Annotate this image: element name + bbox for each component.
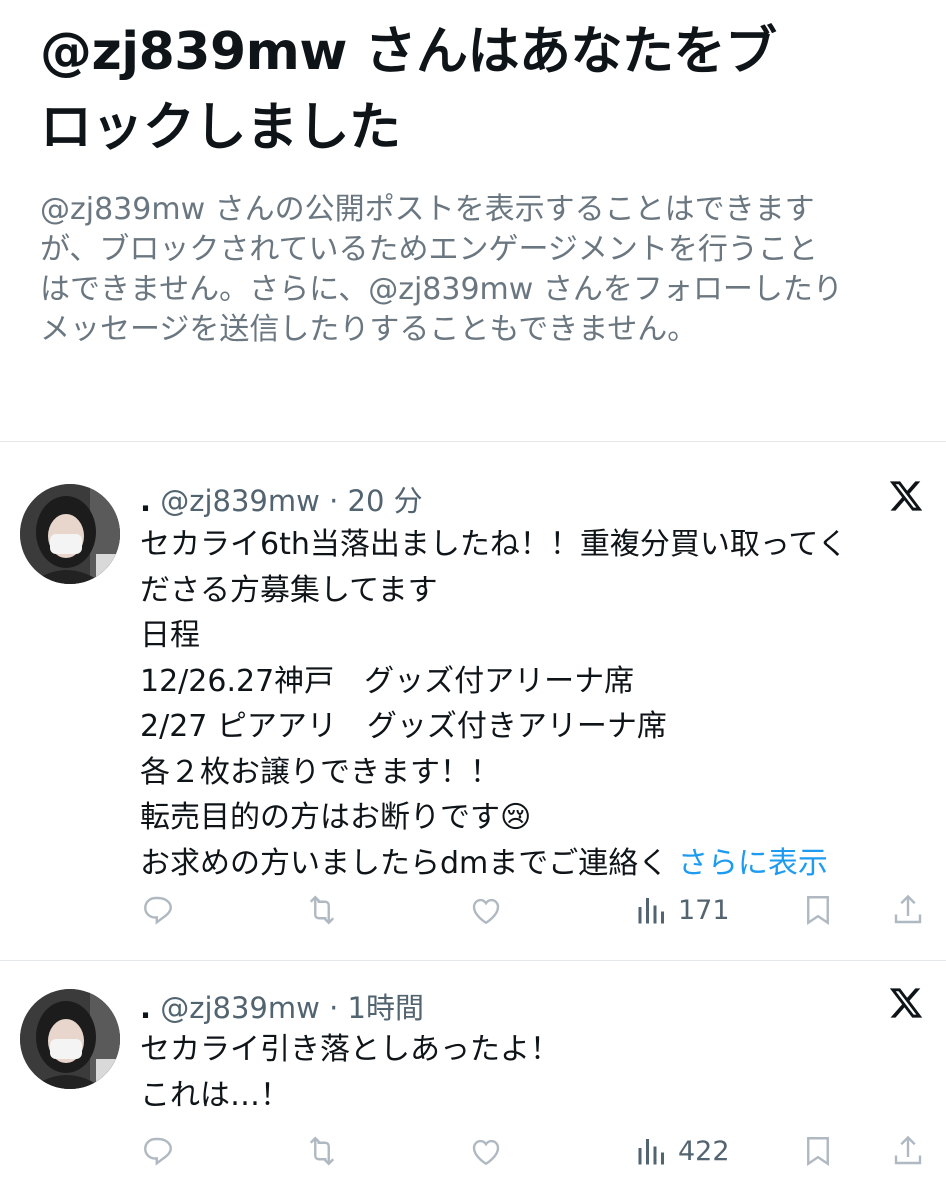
- post-text: セカライ引き落としあったよ！ これは…！: [140, 1027, 910, 1118]
- blocked-title-line: @zj839mw さんはあなたをブ: [40, 22, 777, 82]
- x-logo-icon: [888, 985, 924, 1021]
- like-button[interactable]: [468, 890, 504, 930]
- post-actions: 422: [0, 1131, 946, 1175]
- views-button[interactable]: 422: [634, 1131, 730, 1171]
- post-text-line: セカライ引き落としあったよ！: [140, 1032, 560, 1067]
- share-button[interactable]: [890, 1131, 926, 1171]
- blocked-title-line: ロックしました: [40, 98, 401, 158]
- blocked-description: @zj839mw さんの公開ポストを表示することはできます が、ブロックされてい…: [40, 190, 910, 350]
- post-text-line: 転売目的の方はお断りです😢: [140, 800, 532, 835]
- views-count: 422: [678, 1135, 730, 1167]
- blocked-description-line: メッセージを送信したりすることもできません。: [40, 312, 698, 347]
- post-text-line: 2/27 ピアアリ グッズ付きアリーナ席: [140, 709, 667, 744]
- post-text-line: 日程: [140, 618, 200, 653]
- blocked-title: @zj839mw さんはあなたをブ ロックしました: [40, 14, 920, 166]
- post-text-line: 12/26.27神戸 グッズ付アリーナ席: [140, 663, 635, 699]
- show-more-link[interactable]: さらに表示: [678, 846, 828, 881]
- reply-icon: [144, 896, 172, 925]
- post-text-line: 各２枚お譲りできます！！: [140, 754, 500, 790]
- reply-icon: [144, 1137, 172, 1166]
- avatar[interactable]: [20, 989, 120, 1089]
- post-text-line: お求めの方いましたらdmまでご連絡く さらに表示: [140, 841, 910, 887]
- repost-icon: [309, 1136, 335, 1166]
- avatar[interactable]: [20, 484, 120, 584]
- display-name[interactable]: .: [140, 991, 151, 1025]
- bookmark-icon: [807, 1137, 829, 1167]
- timestamp[interactable]: 1時間: [348, 991, 424, 1025]
- share-icon: [894, 1135, 922, 1165]
- repost-button[interactable]: [304, 1131, 340, 1171]
- views-button[interactable]: 171: [634, 890, 730, 930]
- views-count: 171: [678, 894, 730, 926]
- bookmark-icon: [807, 896, 829, 926]
- like-icon: [472, 898, 500, 925]
- post-text: セカライ6th当落出ましたね！！重複分買い取ってく ださる方募集してます 日程 …: [140, 522, 910, 886]
- blocked-description-line: はできません。さらに、@zj839mw さんをフォローしたり: [40, 272, 843, 307]
- repost-button[interactable]: [304, 890, 340, 930]
- post-text-line: ださる方募集してます: [140, 572, 438, 608]
- like-button[interactable]: [468, 1131, 504, 1171]
- bookmark-button[interactable]: [800, 1131, 836, 1171]
- like-icon: [472, 1139, 500, 1166]
- views-icon: [638, 1139, 664, 1165]
- handle[interactable]: @zj839mw: [160, 484, 320, 518]
- reply-button[interactable]: [140, 890, 176, 930]
- display-name[interactable]: .: [140, 484, 151, 518]
- blocked-description-line: が、ブロックされているためエンゲージメントを行うこと: [40, 232, 818, 267]
- views-icon: [638, 898, 664, 924]
- share-button[interactable]: [890, 890, 926, 930]
- reply-button[interactable]: [140, 1131, 176, 1171]
- post-meta: . @zj839mw · 1時間: [140, 991, 424, 1025]
- bookmark-button[interactable]: [800, 890, 836, 930]
- repost-icon: [309, 895, 335, 925]
- post-meta: . @zj839mw · 20 分: [140, 484, 423, 518]
- share-icon: [894, 894, 922, 924]
- handle[interactable]: @zj839mw: [160, 991, 320, 1025]
- post-text-line: これは…！: [140, 1077, 290, 1113]
- post-actions: 171: [0, 890, 946, 934]
- x-logo-icon: [888, 478, 924, 514]
- post-text-line: セカライ6th当落出ましたね！！重複分買い取ってく: [140, 527, 848, 562]
- post-text-line-end: お求めの方いましたらdmまでご連絡く: [140, 845, 669, 881]
- timestamp[interactable]: 20 分: [348, 484, 423, 518]
- post[interactable]: . @zj839mw · 1時間 セカライ引き落としあったよ！ これは…！ 42…: [0, 961, 946, 1200]
- post[interactable]: . @zj839mw · 20 分 セカライ6th当落出ましたね！！重複分買い取…: [0, 442, 946, 960]
- blocked-description-line: @zj839mw さんの公開ポストを表示することはできます: [40, 192, 815, 227]
